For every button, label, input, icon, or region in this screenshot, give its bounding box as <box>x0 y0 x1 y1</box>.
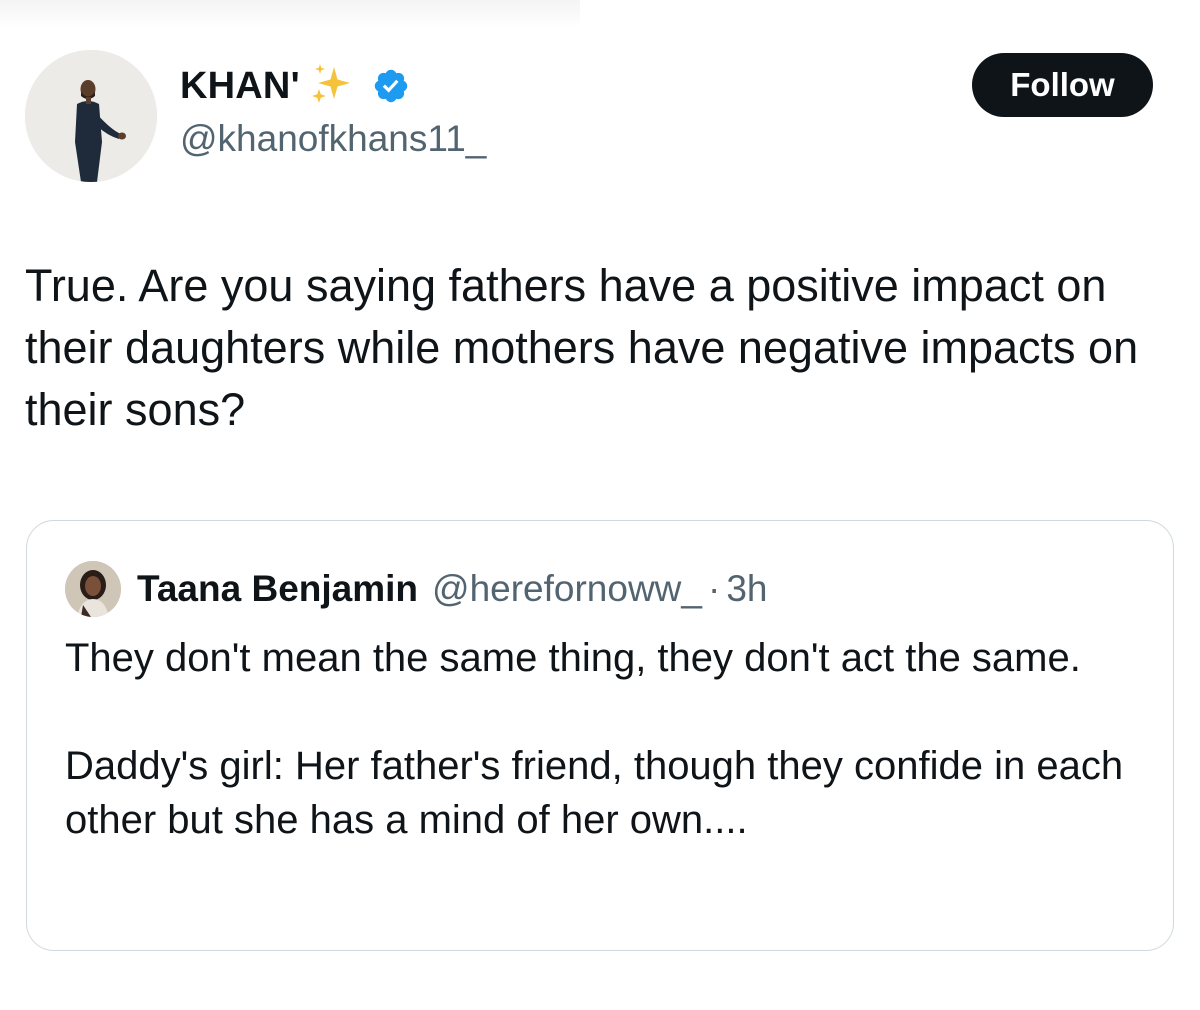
quoted-tweet-timestamp[interactable]: 3h <box>726 568 767 610</box>
verified-badge-icon[interactable] <box>372 67 410 105</box>
quoted-tweet-header: Taana Benjamin @herefornoww_ · 3h <box>65 561 767 617</box>
author-avatar[interactable] <box>25 50 157 182</box>
author-display-name[interactable]: KHAN' <box>180 65 300 108</box>
avatar-photo-icon <box>25 50 157 182</box>
follow-button[interactable]: Follow <box>972 53 1153 117</box>
separator-dot: · <box>707 568 721 609</box>
author-handle[interactable]: @khanofkhans11_ <box>180 118 486 160</box>
quoted-author-avatar[interactable] <box>65 561 121 617</box>
author-name-row: KHAN' <box>180 60 410 112</box>
sparkles-icon <box>311 64 350 103</box>
quoted-avatar-photo-icon <box>65 561 121 617</box>
quoted-author-name[interactable]: Taana Benjamin <box>137 568 418 610</box>
tweet: KHAN' @khanofkhans11_ Follow True. Are y… <box>0 0 1200 1010</box>
tweet-text: True. Are you saying fathers have a posi… <box>25 260 1139 435</box>
quoted-author-handle[interactable]: @herefornoww_ <box>432 568 702 610</box>
quoted-tweet-text: They don't mean the same thing, they don… <box>65 636 1124 842</box>
quoted-tweet-card[interactable]: Taana Benjamin @herefornoww_ · 3h They d… <box>26 520 1174 951</box>
